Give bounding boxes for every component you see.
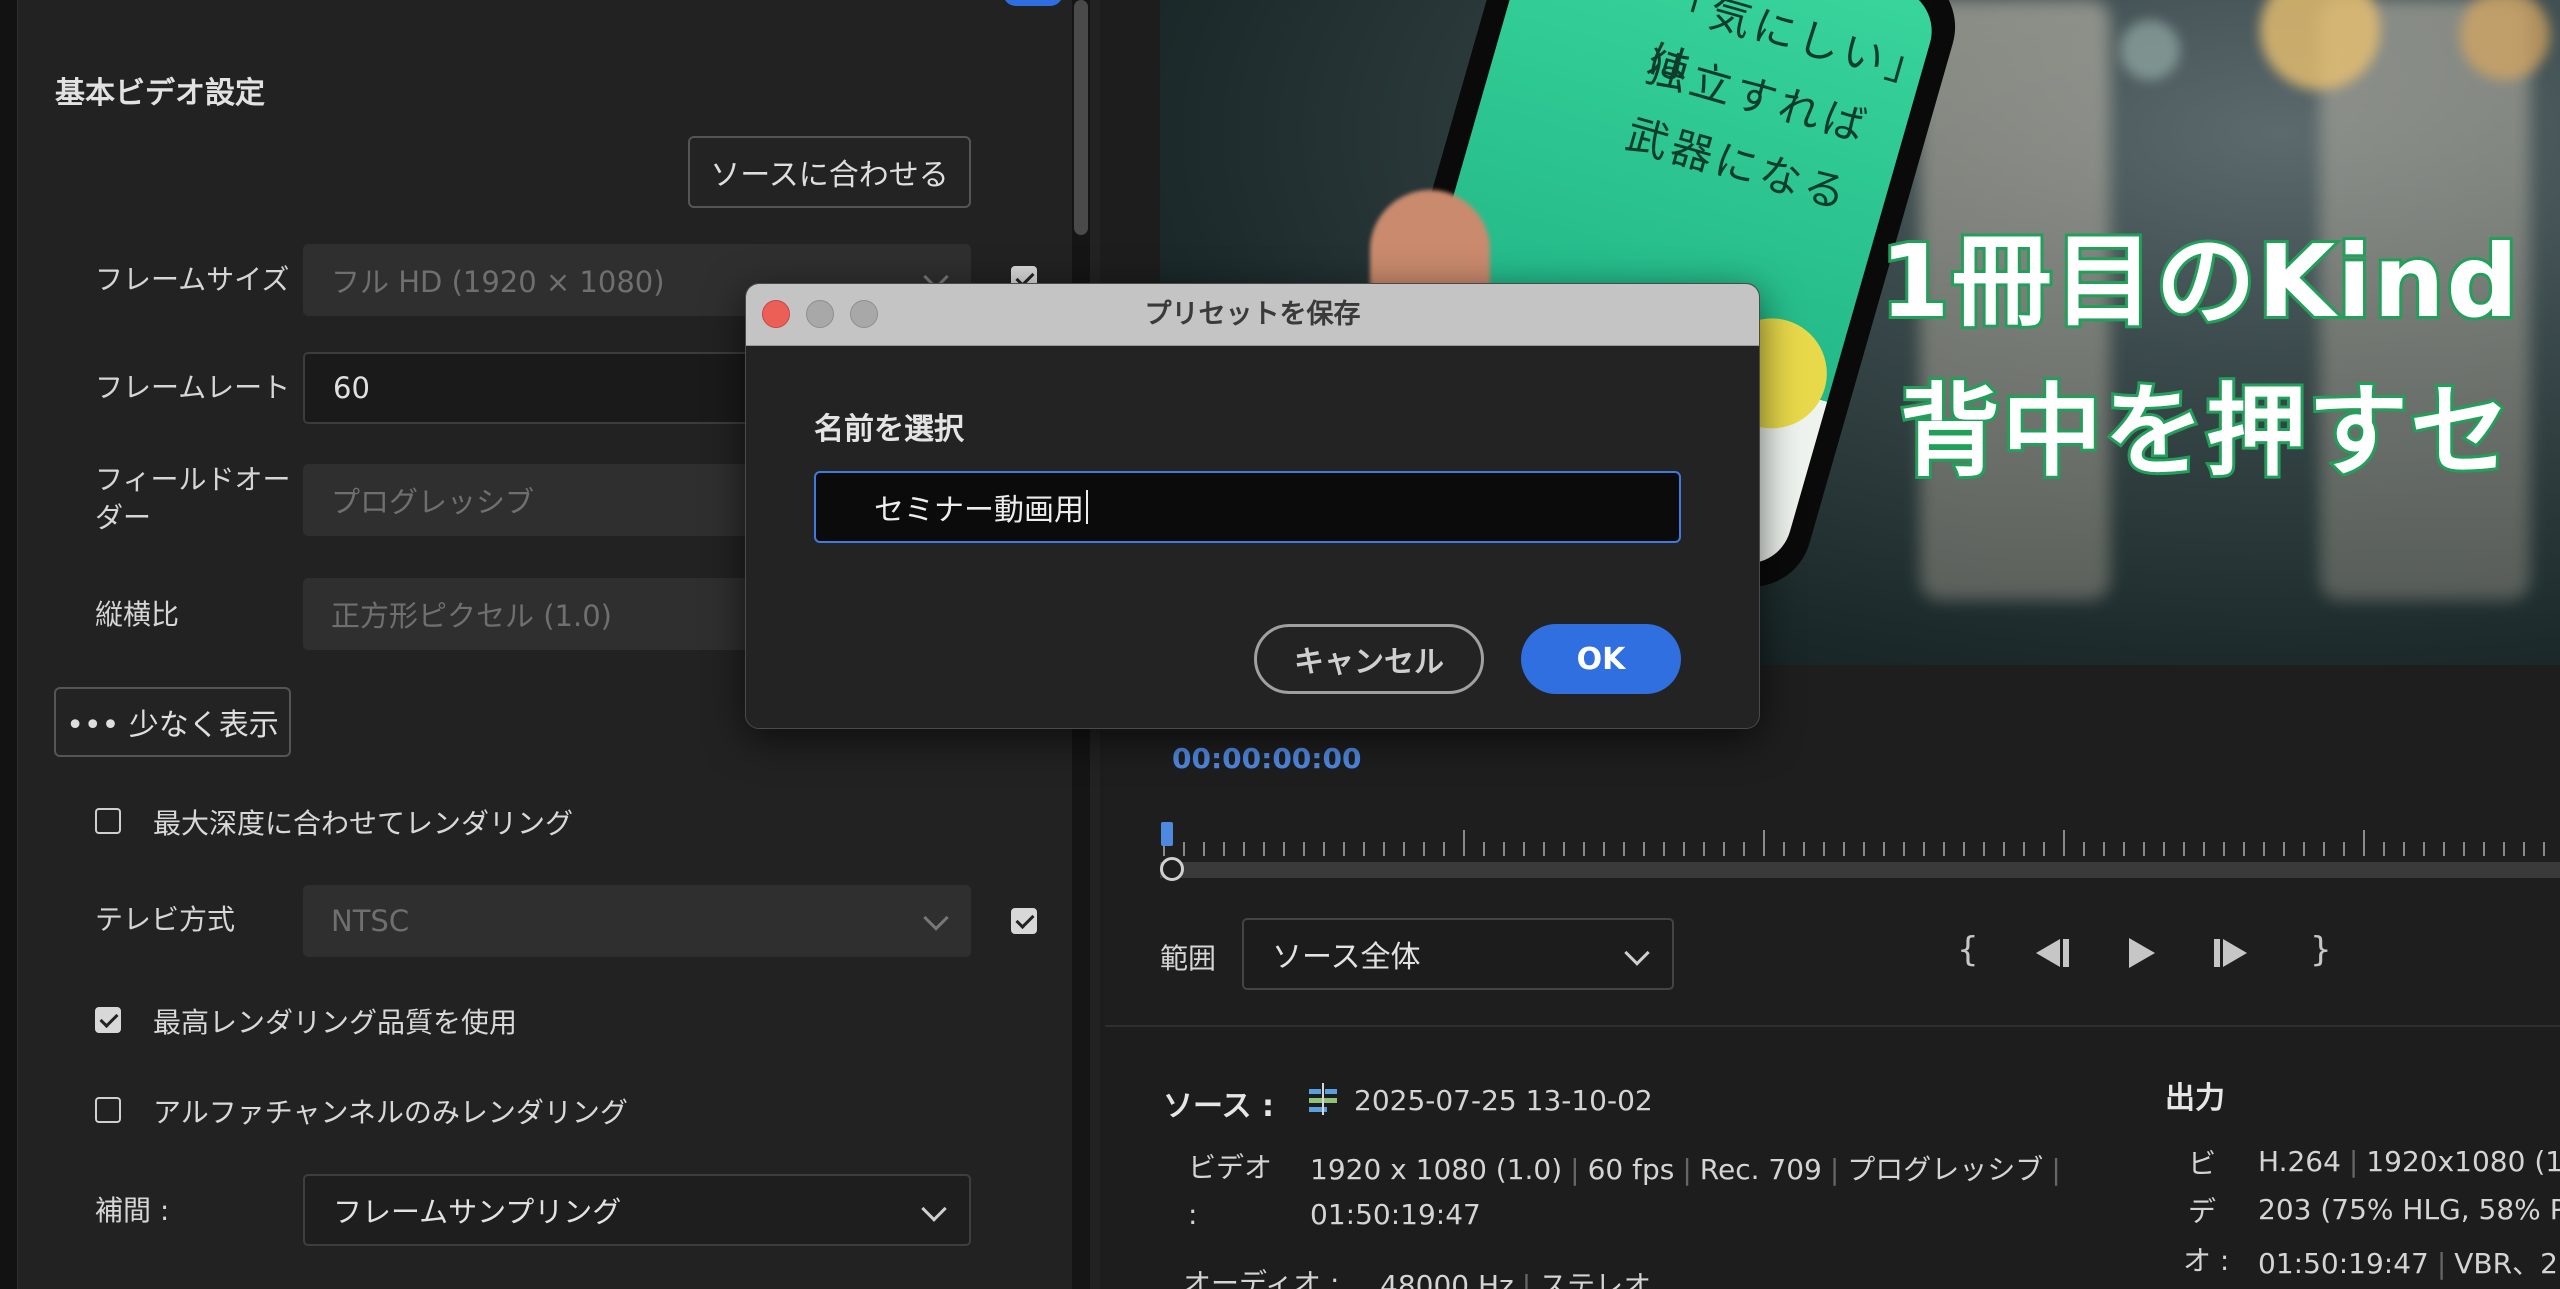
audio-label: オーディオ : xyxy=(1183,1267,1340,1289)
aspect-value: 正方形ピクセル (1.0) xyxy=(331,599,612,633)
step-forward-icon[interactable] xyxy=(2209,935,2253,971)
source-name: 2025-07-25 13-10-02 xyxy=(1354,1084,1653,1117)
ok-button[interactable]: OK xyxy=(1521,624,1681,694)
field-order-label-line2: ダー xyxy=(95,501,152,534)
audio-specs: 48000 Hz | ステレオ xyxy=(1380,1264,1651,1289)
video-label-colon: : xyxy=(1188,1198,1198,1231)
field-order-label-line1: フィールドオー xyxy=(95,463,291,496)
frame-size-label: フレームサイズ xyxy=(95,263,290,296)
video-fps: 60 fps xyxy=(1587,1153,1675,1186)
video-specs: 1920 x 1080 (1.0) | 60 fps | Rec. 709 | プログレッシ… xyxy=(1310,1153,2061,1186)
video-duration: 01:50:19:47 xyxy=(1310,1198,1481,1231)
interpolation-label: 補間 : xyxy=(95,1194,170,1227)
scrollbar-thumb[interactable] xyxy=(1074,0,1088,235)
tv-standard-select[interactable]: NTSC xyxy=(303,885,971,957)
output-row3: 01:50:19:47|VBR、2 パ xyxy=(2258,1242,2560,1282)
output-resolution: 1920x1080 (1.0) xyxy=(2366,1145,2560,1178)
frame-rate-value: 60 xyxy=(333,371,370,405)
output-row2-label: デ xyxy=(2188,1195,2217,1228)
timeline-ruler[interactable] xyxy=(1160,830,2560,858)
output-duration: 01:50:19:47 xyxy=(2258,1247,2429,1280)
match-source-button[interactable]: ソースに合わせる xyxy=(688,136,971,208)
playhead-marker[interactable] xyxy=(1161,822,1173,846)
timeline-track[interactable] xyxy=(1160,862,2560,878)
tv-standard-checkbox[interactable] xyxy=(1011,908,1037,934)
text-caret xyxy=(1086,490,1088,524)
range-label: 範囲 xyxy=(1160,942,1217,975)
name-prompt: 名前を選択 xyxy=(814,412,964,447)
timecode[interactable]: 00:00:00:00 xyxy=(1172,742,1361,775)
panel-edge xyxy=(0,0,18,1289)
chevron-down-icon xyxy=(1624,940,1650,966)
tv-standard-label: テレビ方式 xyxy=(95,903,236,936)
playhead-handle[interactable] xyxy=(1160,857,1184,881)
alpha-only-checkbox[interactable] xyxy=(95,1097,121,1123)
cancel-button[interactable]: キャンセル xyxy=(1254,624,1484,694)
play-icon[interactable] xyxy=(2123,935,2159,971)
mark-in-icon[interactable]: { xyxy=(1957,930,1979,970)
output-row2: 203 (75% HLG, 58% PQ xyxy=(2258,1193,2560,1226)
range-value: ソース全体 xyxy=(1272,940,1421,975)
video-scan: プログレッシブ xyxy=(1847,1153,2044,1186)
overlay-caption-line1: 1冊目のKind xyxy=(1877,220,2521,343)
field-order-value: プログレッシブ xyxy=(331,485,535,519)
step-back-icon[interactable] xyxy=(2030,935,2074,971)
chevron-down-icon xyxy=(923,905,949,931)
bokeh-light xyxy=(2460,0,2550,80)
source-label: ソース : xyxy=(1163,1089,1274,1124)
max-quality-checkbox[interactable] xyxy=(95,1007,121,1033)
max-quality-label: 最高レンダリング品質を使用 xyxy=(153,1006,518,1039)
audio-channels: ステレオ xyxy=(1539,1269,1652,1289)
video-resolution: 1920 x 1080 (1.0) xyxy=(1310,1153,1563,1186)
tv-standard-value: NTSC xyxy=(331,904,410,938)
alpha-only-label: アルファチャンネルのみレンダリング xyxy=(153,1096,628,1129)
output-row3-label: オ : xyxy=(2183,1244,2230,1277)
output-row1: H.264|1920x1080 (1.0) xyxy=(2258,1145,2560,1178)
frame-size-value: フル HD (1920 × 1080) xyxy=(331,265,665,299)
chevron-down-icon xyxy=(921,1196,947,1222)
audio-rate: 48000 Hz xyxy=(1380,1269,1514,1289)
interpolation-value: フレームサンプリング xyxy=(333,1195,622,1229)
bokeh-light xyxy=(2120,20,2180,80)
max-depth-label: 最大深度に合わせてレンダリング xyxy=(153,807,574,840)
video-label: ビデオ xyxy=(1188,1151,1273,1184)
dialog-title: プリセットを保存 xyxy=(1144,299,1361,330)
field-order-label: フィールドオー ダー xyxy=(95,461,290,537)
aspect-label: 縦横比 xyxy=(95,598,180,631)
overlay-caption-line2: 背中を押すセ xyxy=(1897,370,2513,493)
frame-rate-label: フレームレート xyxy=(95,371,291,404)
preset-name-value: セミナー動画用 xyxy=(874,493,1084,528)
show-less-button[interactable]: ••• 少なく表示 xyxy=(54,687,291,757)
output-bitrate: VBR、2 パ xyxy=(2454,1247,2560,1280)
interpolation-select[interactable]: フレームサンプリング xyxy=(303,1174,971,1246)
sequence-icon xyxy=(1309,1083,1337,1115)
output-codec: H.264 xyxy=(2258,1145,2341,1178)
output-title: 出力 xyxy=(2165,1081,2225,1116)
output-row1-label: ビ xyxy=(2188,1147,2217,1180)
ruler-ticks xyxy=(1163,830,2545,856)
save-preset-dialog: プリセットを保存 名前を選択 セミナー動画用 キャンセル OK xyxy=(745,283,1760,729)
preset-name-input[interactable]: セミナー動画用 xyxy=(814,471,1681,543)
max-depth-checkbox[interactable] xyxy=(95,808,121,834)
video-colorspace: Rec. 709 xyxy=(1699,1153,1822,1186)
range-select[interactable]: ソース全体 xyxy=(1242,918,1674,990)
section-title: 基本ビデオ設定 xyxy=(55,76,265,111)
mark-out-icon[interactable]: } xyxy=(2310,930,2332,970)
video-toggle[interactable] xyxy=(1003,0,1063,6)
